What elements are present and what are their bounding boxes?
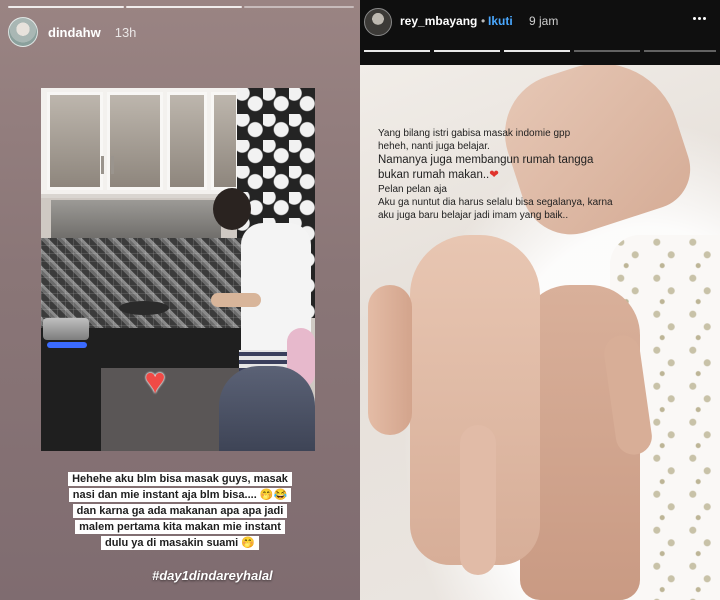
caption-line: Namanya juga membangun rumah tangga [378,154,594,166]
separator-dot: • [481,14,486,28]
progress-bar-segment [504,50,570,52]
caption-line: Hehehe aku blm bisa masak guys, masak [68,472,292,486]
caption-line: bukan rumah makan..❤ [378,169,499,181]
progress-bar-segment [8,6,124,8]
more-options-icon[interactable] [689,8,709,28]
story-comparison: dindahw 13h ♥ Hehehe aku blm bisa masak … [0,0,720,600]
right-story-caption: Yang bilang istri gabisa masak indomie g… [378,127,678,222]
hashtag-link[interactable]: #day1dindareyhalal [152,568,273,583]
progress-bar-segment [244,6,354,8]
caption-line: dan karna ga ada makanan apa apa jadi [72,504,288,518]
heart-emoji-icon: ❤ [489,169,499,181]
laughing-emoji-icon: 🤭😂 [259,489,288,501]
caption-line: malem pertama kita makan mie instant [75,520,285,534]
caption-line: Aku ga nuntut dia harus selalu bisa sega… [378,197,613,208]
caption-line: heheh, nanti juga belajar. [378,141,490,152]
avatar[interactable] [8,17,38,47]
right-story[interactable]: rey_mbayang • Ikuti 9 jam Yang bilang is… [360,0,720,600]
caption-line: Yang bilang istri gabisa masak indomie g… [378,128,571,139]
holding-hands-photo: Yang bilang istri gabisa masak indomie g… [360,65,720,600]
avatar[interactable] [364,8,392,36]
username[interactable]: dindahw [48,25,101,40]
timestamp: 13h [114,24,137,40]
timestamp: 9 jam [529,14,559,28]
caption-line: dulu ya di masakin suami 🤭 [100,536,260,550]
left-story-caption: Hehehe aku blm bisa masak guys, masak na… [40,471,320,551]
left-story[interactable]: dindahw 13h ♥ Hehehe aku blm bisa masak … [0,0,360,600]
giggle-emoji-icon: 🤭 [241,537,256,549]
heart-sticker-icon: ♥ [144,360,166,401]
follow-button[interactable]: Ikuti [488,14,513,28]
caption-line: nasi dan mie instant aja blm bisa.... 🤭😂 [68,488,292,502]
kitchen-photo [41,88,315,451]
progress-bar-segment [126,6,242,8]
left-story-header: dindahw 13h [8,14,136,50]
progress-bar-segment [364,50,430,52]
username[interactable]: rey_mbayang [400,14,477,28]
caption-line: aku juga baru belajar jadi imam yang bai… [378,210,569,221]
caption-line: Pelan pelan aja [378,184,447,195]
right-story-header: rey_mbayang • Ikuti 9 jam [360,0,720,65]
progress-bar-segment [574,50,640,52]
progress-bar-segment [434,50,500,52]
progress-bar-segment [644,50,716,52]
